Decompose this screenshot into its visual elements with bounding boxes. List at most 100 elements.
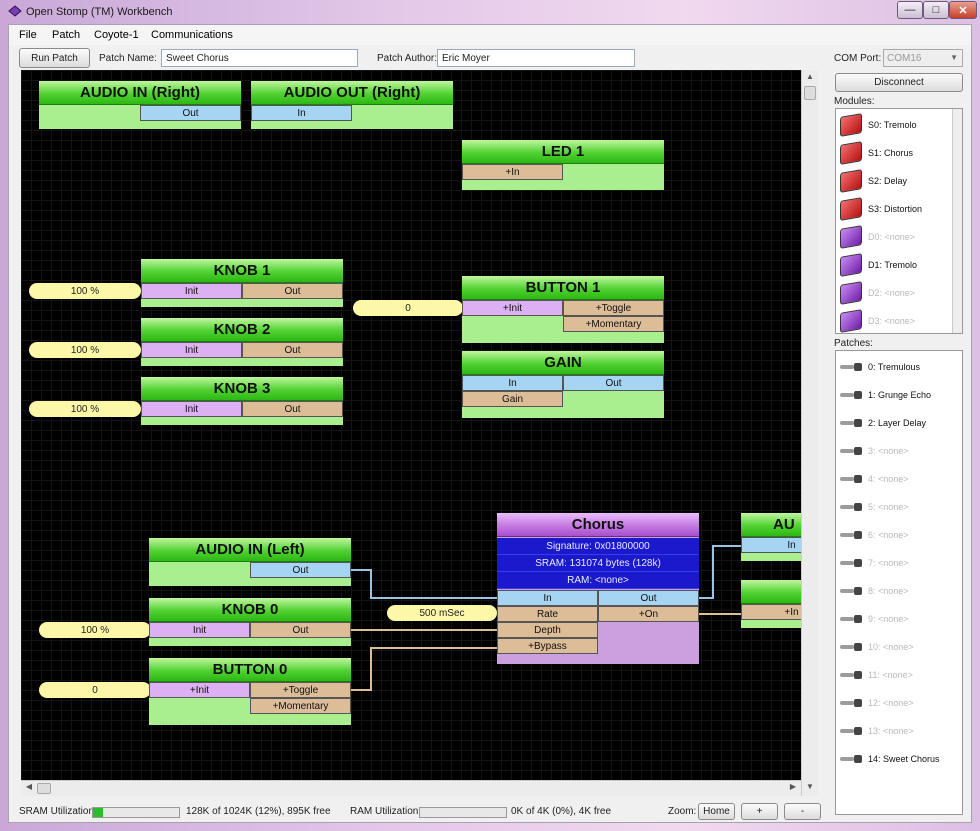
disconnect-button[interactable]: Disconnect	[835, 73, 963, 92]
menu-coyote[interactable]: Coyote-1	[94, 29, 139, 41]
patch-item[interactable]: 0: Tremulous	[840, 354, 920, 380]
patch-canvas[interactable]: AUDIO IN (Right) Out AUDIO OUT (Right) I…	[21, 70, 801, 780]
port-out[interactable]: Out	[598, 590, 699, 606]
scroll-right-arrow-icon[interactable]: ▶	[787, 782, 799, 795]
port-in[interactable]: +In	[462, 164, 563, 180]
port-init[interactable]: Init	[149, 622, 250, 638]
patch-item[interactable]: 2: Layer Delay	[840, 410, 926, 436]
knob0-value[interactable]: 100 %	[39, 622, 151, 638]
menu-file[interactable]: File	[19, 29, 37, 41]
port-out[interactable]: Out	[250, 622, 351, 638]
modules-list[interactable]: S0: Tremolo S1: Chorus S2: Delay S3: Dis…	[835, 108, 963, 334]
port-init[interactable]: +Init	[149, 682, 250, 698]
port-toggle[interactable]: +Toggle	[250, 682, 351, 698]
module-chorus[interactable]: Chorus Signature: 0x01800000 SRAM: 13107…	[497, 513, 699, 664]
module-gain[interactable]: GAIN In Out Gain	[462, 351, 664, 418]
module-item[interactable]: S0: Tremolo	[840, 112, 917, 138]
module-knob-1[interactable]: KNOB 1 Init Out	[141, 259, 343, 307]
zoom-home-button[interactable]: Home	[698, 803, 735, 820]
patch-item[interactable]: 10: <none>	[840, 634, 914, 660]
port-depth[interactable]: Depth	[497, 622, 598, 638]
patch-item[interactable]: 7: <none>	[840, 550, 909, 576]
patch-item[interactable]: 11: <none>	[840, 662, 913, 688]
module-audio-in-right[interactable]: AUDIO IN (Right) Out	[39, 81, 241, 129]
port-in[interactable]: In	[462, 375, 563, 391]
canvas-horizontal-scrollbar[interactable]: ◀ ▶	[21, 780, 801, 796]
port-in[interactable]: +In	[741, 604, 801, 620]
patch-item[interactable]: 8: <none>	[840, 578, 909, 604]
module-item[interactable]: D1: Tremolo	[840, 252, 917, 278]
port-out[interactable]: Out	[140, 105, 241, 121]
port-init[interactable]: +Init	[462, 300, 563, 316]
zoom-in-button[interactable]: +	[741, 803, 778, 820]
patch-name-input[interactable]: Sweet Chorus	[161, 49, 358, 67]
port-rate[interactable]: Rate	[497, 606, 598, 622]
port-init[interactable]: Init	[141, 342, 242, 358]
port-momentary[interactable]: +Momentary	[250, 698, 351, 714]
port-out[interactable]: Out	[563, 375, 664, 391]
horizontal-scroll-thumb[interactable]	[37, 783, 51, 794]
knob3-value[interactable]: 100 %	[29, 401, 141, 417]
port-in[interactable]: In	[251, 105, 352, 121]
port-on[interactable]: +On	[598, 606, 699, 622]
port-init[interactable]: Init	[141, 401, 242, 417]
scroll-up-arrow-icon[interactable]: ▲	[803, 72, 817, 84]
port-out[interactable]: Out	[250, 562, 351, 578]
knob1-value[interactable]: 100 %	[29, 283, 141, 299]
patch-item[interactable]: 3: <none>	[840, 438, 909, 464]
maximize-button[interactable]: □	[923, 1, 949, 19]
patch-item[interactable]: 6: <none>	[840, 522, 909, 548]
scroll-down-arrow-icon[interactable]: ▼	[803, 782, 817, 794]
modules-scrollbar[interactable]	[952, 109, 962, 333]
patch-item[interactable]: 4: <none>	[840, 466, 909, 492]
module-button-1[interactable]: BUTTON 1 +Init +Toggle +Momentary	[462, 276, 664, 343]
port-momentary[interactable]: +Momentary	[563, 316, 664, 332]
zoom-out-button[interactable]: -	[784, 803, 821, 820]
module-button-0[interactable]: BUTTON 0 +Init +Toggle +Momentary	[149, 658, 351, 725]
module-knob-0[interactable]: KNOB 0 Init Out	[149, 598, 351, 646]
minimize-button[interactable]: —	[897, 1, 923, 19]
button1-value[interactable]: 0	[353, 300, 463, 316]
scroll-left-arrow-icon[interactable]: ◀	[23, 782, 35, 795]
port-out[interactable]: Out	[242, 342, 343, 358]
module-item[interactable]: S1: Chorus	[840, 140, 913, 166]
port-out[interactable]: Out	[242, 401, 343, 417]
patch-item[interactable]: 13: <none>	[840, 718, 914, 744]
port-in[interactable]: In	[741, 537, 801, 553]
run-patch-button[interactable]: Run Patch	[19, 48, 90, 68]
port-gain[interactable]: Gain	[462, 391, 563, 407]
patch-item[interactable]: 5: <none>	[840, 494, 909, 520]
knob2-value[interactable]: 100 %	[29, 342, 141, 358]
menu-patch[interactable]: Patch	[52, 29, 80, 41]
menu-communications[interactable]: Communications	[151, 29, 233, 41]
module-led-partial[interactable]: +In	[741, 580, 801, 628]
module-item[interactable]: S2: Delay	[840, 168, 907, 194]
close-button[interactable]: ✕	[949, 1, 977, 19]
module-audio-in-left[interactable]: AUDIO IN (Left) Out	[149, 538, 351, 586]
port-in[interactable]: In	[497, 590, 598, 606]
module-knob-3[interactable]: KNOB 3 Init Out	[141, 377, 343, 425]
module-led-1[interactable]: LED 1 +In	[462, 140, 664, 190]
module-item[interactable]: D0: <none>	[840, 224, 915, 250]
module-item[interactable]: D3: <none>	[840, 308, 915, 333]
port-toggle[interactable]: +Toggle	[563, 300, 664, 316]
port-init[interactable]: Init	[141, 283, 242, 299]
com-port-select[interactable]: COM16 ▼	[883, 49, 963, 67]
patch-author-input[interactable]: Eric Moyer	[437, 49, 635, 67]
module-knob-2[interactable]: KNOB 2 Init Out	[141, 318, 343, 366]
patch-item[interactable]: 9: <none>	[840, 606, 909, 632]
vertical-scroll-thumb[interactable]	[804, 86, 816, 100]
module-item[interactable]: D2: <none>	[840, 280, 915, 306]
port-bypass[interactable]: +Bypass	[497, 638, 598, 654]
patch-item[interactable]: 12: <none>	[840, 690, 914, 716]
module-audio-out-right[interactable]: AUDIO OUT (Right) In	[251, 81, 453, 129]
module-audio-out-left[interactable]: AU In	[741, 513, 801, 561]
button0-value[interactable]: 0	[39, 682, 151, 698]
chorus-rate-value[interactable]: 500 mSec	[387, 605, 497, 621]
module-item[interactable]: S3: Distortion	[840, 196, 922, 222]
patch-item[interactable]: 1: Grunge Echo	[840, 382, 931, 408]
port-out[interactable]: Out	[242, 283, 343, 299]
canvas-vertical-scrollbar[interactable]: ▲ ▼	[801, 70, 818, 796]
patches-list[interactable]: 0: Tremulous 1: Grunge Echo 2: Layer Del…	[835, 350, 963, 815]
patch-item[interactable]: 14: Sweet Chorus	[840, 746, 940, 772]
